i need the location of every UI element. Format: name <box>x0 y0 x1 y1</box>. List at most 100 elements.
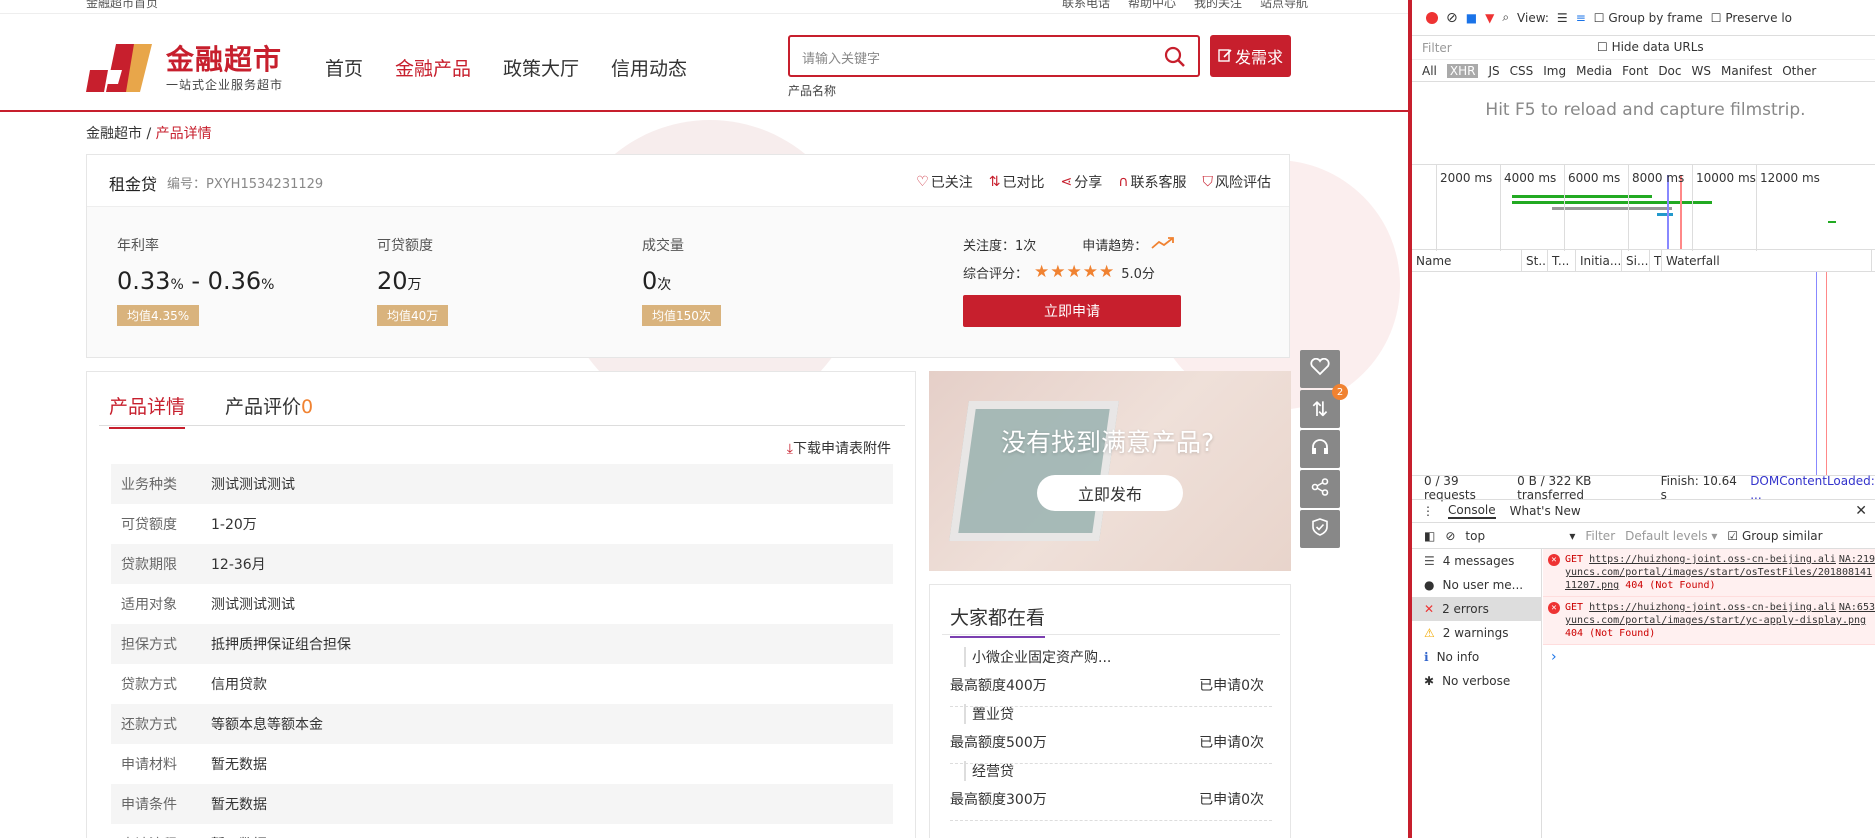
float-compare-button[interactable]: ⇅ 2 <box>1300 384 1348 428</box>
drawer-menu-icon[interactable]: ⋮ <box>1422 504 1434 518</box>
error-url[interactable]: https://huizhong-joint.oss-cn-beijing.al… <box>1565 602 1866 626</box>
type-filter-img[interactable]: Img <box>1543 64 1566 78</box>
filter-input[interactable]: Filter <box>1422 41 1572 55</box>
top-link[interactable]: 联系电话 <box>1062 0 1110 11</box>
view-label: View: <box>1517 10 1549 25</box>
compare-button[interactable]: ⇅ 已对比 <box>989 172 1045 192</box>
nav-products[interactable]: 金融产品 <box>395 54 471 81</box>
search-icon[interactable]: ⌕ <box>1502 10 1509 25</box>
error-source[interactable]: NA:653 <box>1839 601 1875 614</box>
risk-button[interactable]: ⛉ 风险评估 <box>1203 172 1272 192</box>
filter-icon[interactable]: ▼ <box>1485 11 1494 25</box>
console-sidebar-item[interactable]: ⚠ 2 warnings <box>1412 621 1541 645</box>
error-url[interactable]: https://huizhong-joint.oss-cn-beijing.al… <box>1565 554 1872 591</box>
column-header[interactable]: T <box>1650 249 1662 272</box>
popular-item[interactable]: 经营贷 最高额度300万 已申请0次 <box>950 753 1272 821</box>
share-button[interactable]: ⋖ 分享 <box>1061 172 1103 192</box>
type-filter-manifest[interactable]: Manifest <box>1721 64 1772 78</box>
tab-reviews[interactable]: 产品评价0 <box>225 392 313 427</box>
column-header[interactable]: Name <box>1412 249 1522 272</box>
ad-publish-button[interactable]: 立即发布 <box>1037 475 1183 511</box>
follow-button[interactable]: ♡ 已关注 <box>916 172 973 192</box>
error-icon: ✕ <box>1424 602 1435 616</box>
avg-badge: 均值150次 <box>642 305 721 326</box>
type-filter-ws[interactable]: WS <box>1692 64 1711 78</box>
type-filter-all[interactable]: All <box>1422 64 1437 78</box>
column-header[interactable]: Waterfall <box>1662 249 1872 272</box>
row-key: 申请材料 <box>121 757 177 773</box>
row-value: 信用贷款 <box>211 677 267 693</box>
type-filter-other[interactable]: Other <box>1782 64 1816 78</box>
top-link[interactable]: 我的关注 <box>1194 0 1242 11</box>
float-risk-button[interactable] <box>1300 510 1340 548</box>
tab-whats-new[interactable]: What's New <box>1510 504 1581 518</box>
record-icon[interactable] <box>1426 11 1438 24</box>
waterfall-view-icon[interactable]: ≡ <box>1576 11 1586 25</box>
logo[interactable]: 金融超市 一站式企业服务超市 <box>86 40 283 96</box>
search-input[interactable]: 请输入关键字 <box>802 48 880 67</box>
type-filter-doc[interactable]: Doc <box>1658 64 1681 78</box>
context-select[interactable]: top ▾ <box>1465 529 1575 543</box>
console-filter-input[interactable]: Filter <box>1585 529 1615 543</box>
type-filter-css[interactable]: CSS <box>1510 64 1534 78</box>
type-filter-xhr[interactable]: XHR <box>1446 63 1479 78</box>
list-view-icon[interactable]: ☰ <box>1557 11 1568 25</box>
console-sidebar-item[interactable]: ✕ 2 errors <box>1412 597 1541 621</box>
column-header[interactable]: Si... <box>1622 249 1650 272</box>
nav-credit[interactable]: 信用动态 <box>611 54 687 81</box>
column-header[interactable]: T... <box>1548 249 1576 272</box>
finish-time: Finish: 10.64 s <box>1660 473 1737 502</box>
console-sidebar-item[interactable]: ● No user me... <box>1412 573 1541 597</box>
group-similar-checkbox[interactable]: ☑ Group similar <box>1727 529 1822 543</box>
group-by-frame-checkbox[interactable]: ☐ Group by frame <box>1594 11 1703 25</box>
clear-icon[interactable]: ⊘ <box>1446 10 1458 26</box>
console-sidebar-item[interactable]: ☰ 4 messages <box>1412 549 1541 573</box>
support-button[interactable]: ∩ 联系客服 <box>1118 172 1186 192</box>
timeline-bar <box>1657 213 1673 216</box>
search-box[interactable]: 请输入关键字 <box>788 35 1200 77</box>
search-icon[interactable] <box>1164 46 1186 72</box>
apply-button[interactable]: 立即申请 <box>963 295 1181 327</box>
tab-console[interactable]: Console <box>1448 503 1496 519</box>
tab-detail[interactable]: 产品详情 <box>109 392 186 429</box>
request-table: Name St... T... Initia... Si... T Waterfall <box>1412 249 1875 475</box>
console-sidebar-item[interactable]: ✱ No verbose <box>1412 669 1541 693</box>
console-prompt[interactable]: › <box>1543 645 1875 669</box>
search-hint[interactable]: 产品名称 <box>788 82 836 99</box>
clear-console-icon[interactable]: ⊘ <box>1445 529 1455 543</box>
top-link[interactable]: 帮助中心 <box>1128 0 1176 11</box>
column-header[interactable]: St... <box>1522 249 1548 272</box>
top-bar-left[interactable]: 金融超市首页 <box>86 0 158 11</box>
sidebar-toggle-icon[interactable]: ◧ <box>1424 529 1435 543</box>
type-filter-js[interactable]: JS <box>1488 64 1499 78</box>
top-link[interactable]: 站点导航 <box>1260 0 1308 11</box>
type-filter-media[interactable]: Media <box>1576 64 1612 78</box>
console-sidebar-item[interactable]: ℹ No info <box>1412 645 1541 669</box>
levels-dropdown[interactable]: Default levels ▾ <box>1625 529 1717 543</box>
float-share-button[interactable] <box>1300 470 1340 508</box>
error-icon: ✕ <box>1548 602 1560 614</box>
timeline-bar <box>1512 195 1652 198</box>
nav-home[interactable]: 首页 <box>325 54 363 81</box>
network-filter-bar: Filter ☐ Hide data URLs <box>1412 36 1875 60</box>
table-row: 贷款方式 信用贷款 <box>111 664 893 704</box>
publish-button[interactable]: 发需求 <box>1210 35 1291 77</box>
float-follow-button[interactable] <box>1300 350 1340 388</box>
hide-data-urls-checkbox[interactable]: ☐ Hide data URLs <box>1597 40 1704 54</box>
float-support-button[interactable] <box>1300 430 1340 468</box>
download-link[interactable]: ⤓下载申请表附件 <box>787 438 891 458</box>
console-toolbar: ◧ ⊘ top ▾ Filter Default levels ▾ ☑ Group… <box>1412 523 1875 549</box>
error-source[interactable]: NA:219 <box>1839 553 1875 566</box>
close-icon[interactable]: ✕ <box>1855 503 1867 519</box>
preserve-log-checkbox[interactable]: ☐ Preserve lo <box>1711 11 1792 25</box>
breadcrumb-home[interactable]: 金融超市 <box>86 126 142 142</box>
type-filter-font[interactable]: Font <box>1622 64 1648 78</box>
drawer-tabs: ⋮ Console What's New ✕ <box>1412 499 1875 523</box>
column-header[interactable]: Initia... <box>1576 249 1622 272</box>
publish-ad-banner[interactable]: 没有找到满意产品? 立即发布 <box>929 371 1291 571</box>
popular-item-name: 经营贷 <box>964 761 1014 781</box>
popular-item-amount: 最高额度300万 <box>950 792 1047 808</box>
nav-policy[interactable]: 政策大厅 <box>503 54 579 81</box>
camera-icon[interactable]: ■ <box>1466 11 1477 25</box>
dcl-time: DOMContentLoaded: ... <box>1750 473 1875 502</box>
